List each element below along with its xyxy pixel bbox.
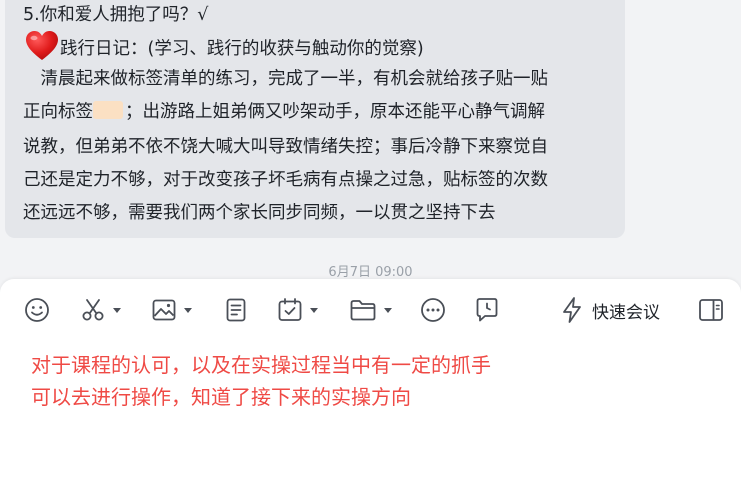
task-button[interactable] [277, 295, 318, 325]
input-line: 对于课程的认可，以及在实操过程当中有一定的抓手 [31, 353, 491, 377]
chevron-down-icon[interactable] [184, 307, 192, 313]
more-button[interactable] [420, 295, 446, 325]
chat-history: 5.你和爱人拥抱了吗？√ 践行日记：(学习、践行的收获与触动你的觉察) 清晨起来… [0, 0, 741, 285]
toggle-side-panel-button[interactable] [698, 295, 724, 325]
image-icon [152, 299, 176, 321]
message-line: 5.你和爱人拥抱了吗？√ [23, 5, 209, 25]
message-composer: 快速会议 对于课程的认可，以及在实操过程当中有一定的抓手 可以去进行操作，知道了… [0, 279, 741, 495]
folder-icon [350, 300, 376, 321]
label-tag-icon [93, 101, 123, 119]
more-dots-icon [421, 298, 445, 322]
message-line: 说教，但弟弟不依不饶大喊大叫导致情绪失控；事后冷静下来察觉自 [23, 137, 548, 157]
smiley-icon [25, 298, 49, 322]
lightning-icon [563, 297, 581, 323]
emoji-button[interactable] [24, 295, 50, 325]
red-heart-icon [26, 31, 58, 60]
chevron-down-icon[interactable] [384, 307, 392, 313]
message-line: 己还是定力不够，对于改变孩子坏毛病有点操之过急，贴标签的次数 [23, 170, 548, 190]
message-text: 正向标签 [23, 102, 93, 122]
message-input[interactable]: 对于课程的认可，以及在实操过程当中有一定的抓手 可以去进行操作，知道了接下来的实… [31, 349, 711, 413]
message-line: 还远远不够，需要我们两个家长同步同频，一以贯之坚持下去 [23, 203, 496, 223]
message-text: ；出游路上姐弟俩又吵架动手，原本还能平心静气调解 [125, 102, 545, 122]
message-line: 践行日记：(学习、践行的收获与触动你的觉察) [25, 30, 424, 62]
document-button[interactable] [223, 295, 249, 325]
chevron-down-icon[interactable] [310, 307, 318, 313]
message-bubble[interactable]: 5.你和爱人拥抱了吗？√ 践行日记：(学习、践行的收获与触动你的觉察) 清晨起来… [5, 0, 625, 238]
document-icon [226, 298, 246, 322]
split-panel-icon [699, 299, 723, 321]
message-line: 清晨起来做标签清单的练习，完成了一半，有机会就给孩子贴一贴 [23, 69, 548, 89]
screenshot-button[interactable] [80, 295, 121, 325]
image-button[interactable] [151, 295, 192, 325]
quick-meeting-button[interactable]: 快速会议 [560, 295, 660, 325]
input-line: 可以去进行操作，知道了接下来的实操方向 [31, 385, 411, 409]
message-line: 正向标签 ；出游路上姐弟俩又吵架动手，原本还能平心静气调解 [23, 101, 545, 123]
calendar-check-icon [278, 298, 302, 321]
clock-chat-icon [476, 298, 498, 322]
quick-meeting-label: 快速会议 [592, 302, 660, 323]
chevron-down-icon[interactable] [113, 307, 121, 313]
message-timestamp: 6月7日 09:00 [328, 265, 413, 280]
folder-button[interactable] [349, 295, 392, 325]
scheduled-message-button[interactable] [473, 295, 501, 325]
scissors-icon [82, 299, 104, 321]
composer-toolbar: 快速会议 [0, 279, 741, 341]
diary-heading: 践行日记：(学习、践行的收获与触动你的觉察) [60, 39, 424, 59]
